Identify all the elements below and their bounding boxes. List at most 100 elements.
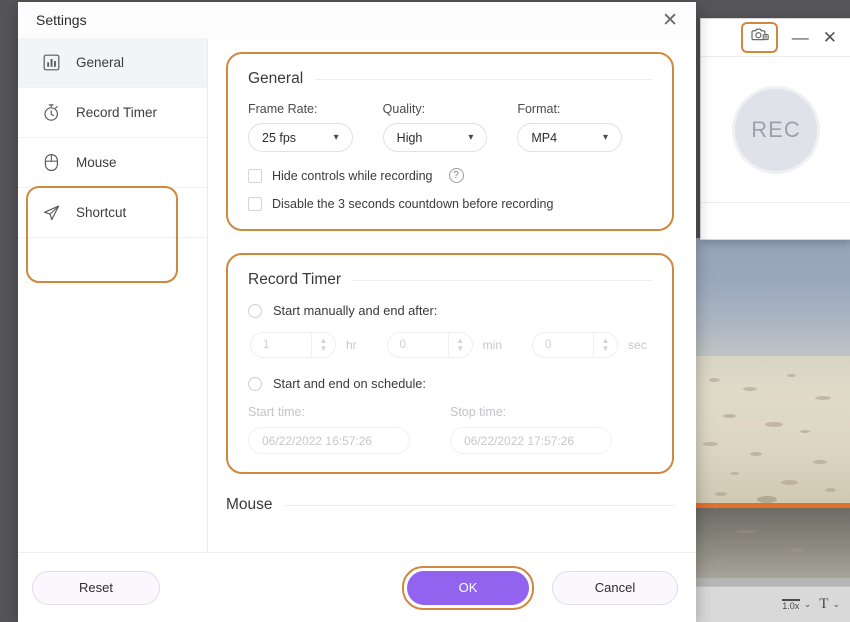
record-timer-header: Record Timer	[248, 271, 652, 289]
preview-sky	[695, 238, 850, 363]
format-label: Format:	[517, 102, 561, 116]
hours-stepper[interactable]: 1 ▲ ▼	[250, 332, 336, 358]
recorder-close-button[interactable]: ✕	[819, 29, 841, 46]
sidebar-item-general[interactable]: General	[18, 38, 207, 88]
general-section-title: General	[248, 70, 304, 87]
record-timer-section: Record Timer Start manually and end afte…	[226, 253, 674, 474]
reset-button[interactable]: Reset	[32, 570, 160, 605]
chevron-down-icon: ▾	[468, 132, 474, 143]
stop-time-label: Stop time:	[450, 405, 507, 419]
rec-button[interactable]: REC	[732, 85, 820, 174]
seconds-stepper[interactable]: 0 ▲ ▼	[532, 332, 619, 358]
mouse-icon	[40, 152, 62, 174]
section-divider	[315, 78, 652, 80]
sidebar-item-record-timer-label: Record Timer	[76, 105, 158, 120]
start-schedule-label: Start and end on schedule:	[273, 376, 426, 391]
screen-root: 1.0x ⌄ T ⌄ — ✕ REC Settings ✕ General Re…	[0, 0, 850, 622]
minutes-stepper-arrows[interactable]: ▲ ▼	[447, 333, 472, 357]
format-value: MP4	[531, 130, 558, 145]
start-manually-radio[interactable]	[248, 303, 262, 318]
general-fields-row: Frame Rate: 25 fps ▾ Quality: High ▾ For…	[248, 102, 652, 152]
recorder-titlebar: — ✕	[701, 19, 850, 57]
start-manually-row: Start manually and end after:	[248, 303, 652, 318]
schedule-row: Start time: 06/22/2022 16:57:26 Stop tim…	[248, 405, 652, 454]
speed-icon: 1.0x	[781, 598, 800, 611]
start-time-field: Start time: 06/22/2022 16:57:26	[248, 405, 410, 454]
stopwatch-icon	[40, 102, 62, 124]
preview-wet-sand	[695, 508, 850, 578]
text-tool-control[interactable]: T ⌄	[819, 596, 840, 613]
footer-actions: OK Cancel	[402, 565, 696, 610]
sidebar: General Record Timer Mouse Shortcut	[18, 38, 208, 552]
start-time-label: Start time:	[248, 405, 305, 419]
recorder-settings-highlight	[740, 22, 778, 53]
hours-stepper-arrows[interactable]: ▲ ▼	[311, 333, 335, 357]
frame-rate-value: 25 fps	[262, 130, 297, 145]
stepper-down-icon: ▼	[456, 344, 465, 353]
quality-value: High	[396, 130, 423, 145]
stepper-down-icon: ▼	[601, 344, 610, 353]
settings-content: General Frame Rate: 25 fps ▾ Quality: Hi…	[208, 38, 696, 552]
format-field: Format: MP4 ▾	[517, 102, 623, 152]
bar-chart-icon	[40, 52, 62, 74]
recorder-body: REC	[701, 57, 850, 202]
sidebar-item-record-timer[interactable]: Record Timer	[18, 88, 207, 138]
minutes-unit: min	[482, 338, 503, 352]
frame-rate-select[interactable]: 25 fps ▾	[248, 123, 353, 152]
section-divider	[284, 504, 674, 506]
stop-time-input[interactable]: 06/22/2022 17:57:26	[450, 427, 612, 454]
text-icon: T	[819, 596, 829, 612]
start-schedule-row: Start and end on schedule:	[248, 376, 652, 391]
quality-select[interactable]: High ▾	[382, 123, 488, 152]
hours-value: 1	[263, 339, 270, 351]
quality-label: Quality:	[382, 102, 426, 116]
hide-controls-row: Hide controls while recording ?	[248, 168, 652, 183]
preview-sand	[695, 356, 850, 506]
stepper-down-icon: ▼	[319, 344, 328, 353]
hours-unit: hr	[346, 338, 357, 352]
speed-value: 1.0x	[782, 600, 800, 611]
section-divider	[353, 279, 652, 281]
sidebar-item-mouse[interactable]: Mouse	[18, 138, 207, 188]
gear-camera-icon[interactable]	[750, 27, 769, 49]
sidebar-item-shortcut[interactable]: Shortcut	[18, 188, 207, 238]
settings-titlebar: Settings ✕	[18, 2, 696, 38]
seconds-unit: sec	[628, 338, 647, 352]
minutes-value: 0	[399, 339, 407, 351]
sidebar-item-general-label: General	[76, 55, 125, 70]
disable-countdown-checkbox[interactable]	[248, 197, 262, 211]
disable-countdown-label: Disable the 3 seconds countdown before r…	[272, 197, 554, 211]
start-time-input[interactable]: 06/22/2022 16:57:26	[248, 427, 410, 454]
chevron-down-icon: ▾	[333, 132, 339, 143]
seconds-value: 0	[545, 339, 552, 351]
recorder-window: — ✕ REC	[700, 18, 850, 240]
settings-footer: Reset OK Cancel	[18, 552, 696, 622]
chevron-down-icon-2: ⌄	[832, 599, 840, 609]
general-section-header: General	[248, 70, 652, 88]
sidebar-item-mouse-label: Mouse	[76, 155, 117, 170]
record-timer-title: Record Timer	[248, 271, 342, 288]
minutes-stepper[interactable]: 0 ▲ ▼	[386, 332, 473, 358]
disable-countdown-row: Disable the 3 seconds countdown before r…	[248, 197, 652, 211]
help-icon[interactable]: ?	[448, 168, 464, 183]
quality-field: Quality: High ▾	[382, 102, 488, 152]
settings-main: General Record Timer Mouse Shortcut Gene…	[18, 38, 696, 552]
page-title: Settings	[36, 12, 87, 28]
mouse-section-header: Mouse	[226, 496, 674, 514]
stop-time-field: Stop time: 06/22/2022 17:57:26	[450, 405, 612, 454]
start-manually-label: Start manually and end after:	[273, 303, 438, 318]
cancel-button[interactable]: Cancel	[552, 570, 678, 605]
duration-row: 1 ▲ ▼ hr 0 ▲ ▼ min 0 ▲ ▼ sec	[248, 332, 652, 358]
ok-button-highlight: OK	[402, 565, 534, 610]
chevron-down-icon: ⌄	[803, 599, 812, 609]
format-select[interactable]: MP4 ▾	[517, 123, 623, 152]
frame-rate-label: Frame Rate:	[248, 102, 318, 116]
start-schedule-radio[interactable]	[248, 376, 262, 391]
ok-button[interactable]: OK	[407, 570, 529, 605]
general-section: General Frame Rate: 25 fps ▾ Quality: Hi…	[226, 52, 674, 231]
close-icon[interactable]: ✕	[658, 9, 682, 32]
playback-speed-control[interactable]: 1.0x ⌄	[781, 598, 812, 611]
recorder-minimize-button[interactable]: —	[788, 29, 813, 46]
hide-controls-checkbox[interactable]	[248, 168, 262, 183]
seconds-stepper-arrows[interactable]: ▲ ▼	[593, 333, 617, 357]
